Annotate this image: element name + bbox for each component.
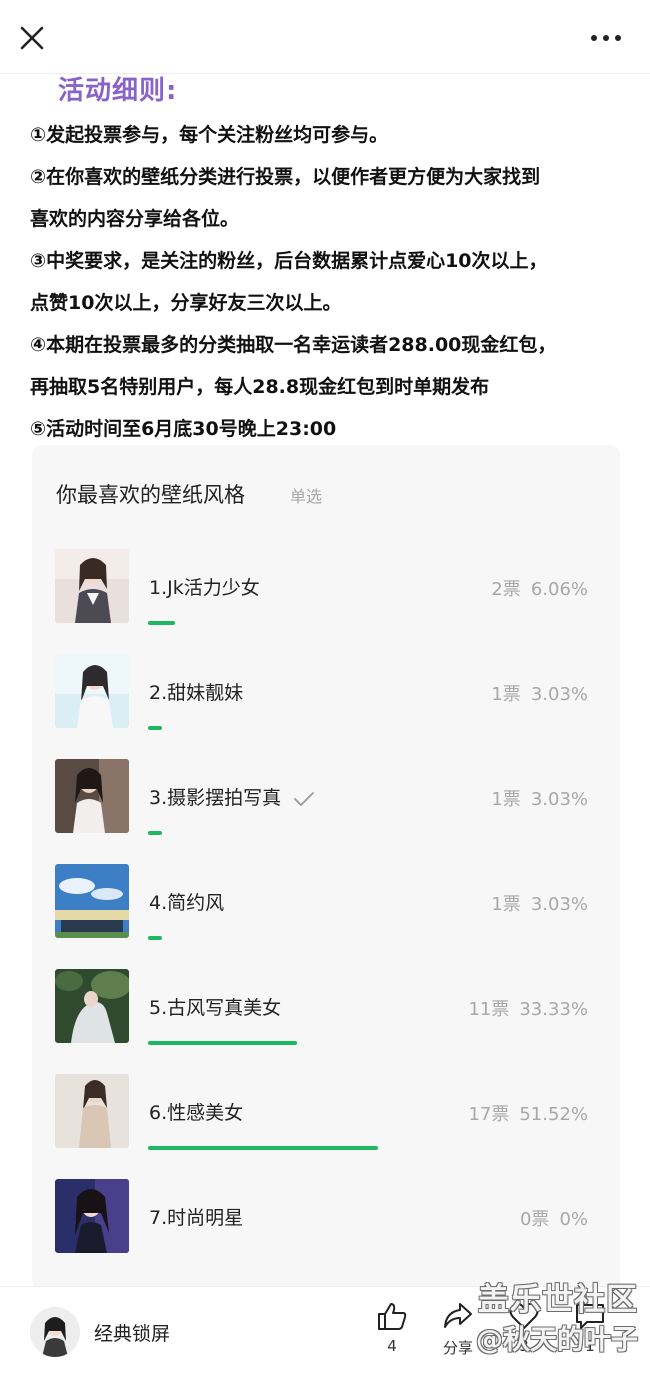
option-votes: 17票 bbox=[468, 1104, 510, 1125]
vote-option[interactable]: 3.摄影摆拍写真 1票 3.03% bbox=[32, 759, 620, 849]
option-label: 7.时尚明星 bbox=[149, 1207, 244, 1229]
rules-list: ①发起投票参与，每个关注粉丝均可参与。 ②在你喜欢的壁纸分类进行投票，以便作者更… bbox=[30, 114, 630, 450]
vote-option[interactable]: 1.Jk活力少女 2票 6.06% bbox=[32, 549, 620, 639]
option-thumbnail bbox=[55, 759, 129, 833]
option-stats: 0票 0% bbox=[520, 1205, 588, 1231]
share-icon bbox=[444, 1303, 472, 1328]
option-thumbnail bbox=[55, 654, 129, 728]
option-progress-bar bbox=[148, 726, 162, 730]
option-label-text: 3.摄影摆拍写真 bbox=[149, 787, 282, 809]
vote-option[interactable]: 7.时尚明星 0票 0% bbox=[32, 1179, 620, 1269]
close-icon bbox=[20, 26, 44, 50]
option-stats: 11票 33.33% bbox=[468, 995, 588, 1021]
check-icon bbox=[294, 791, 315, 806]
option-percent: 6.06% bbox=[530, 579, 588, 600]
vote-option[interactable]: 2.甜妹靓妹 1票 3.03% bbox=[32, 654, 620, 744]
option-percent: 51.52% bbox=[519, 1104, 588, 1125]
option-percent: 3.03% bbox=[530, 894, 588, 915]
like-button[interactable]: 4 bbox=[362, 1301, 422, 1367]
option-votes: 1票 bbox=[491, 789, 521, 810]
option-thumbnail bbox=[55, 549, 129, 623]
option-votes: 11票 bbox=[468, 999, 510, 1020]
option-thumbnail bbox=[55, 1074, 129, 1148]
option-label: 4.简约风 bbox=[149, 892, 225, 914]
option-thumbnail bbox=[55, 1179, 129, 1253]
option-percent: 0% bbox=[559, 1209, 588, 1230]
vote-title: 你最喜欢的壁纸风格 bbox=[56, 483, 245, 507]
option-percent: 3.03% bbox=[530, 684, 588, 705]
rule-line: ③中奖要求，是关注的粉丝，后台数据累计点爱心10次以上， bbox=[30, 250, 548, 272]
option-label: 1.Jk活力少女 bbox=[149, 577, 260, 599]
option-stats: 2票 6.06% bbox=[491, 575, 588, 601]
option-progress-bar bbox=[148, 1041, 297, 1045]
option-progress-bar bbox=[148, 1146, 378, 1150]
option-label: 6.性感美女 bbox=[149, 1102, 244, 1124]
rule-line: ①发起投票参与，每个关注粉丝均可参与。 bbox=[30, 124, 389, 146]
rule-line: ④本期在投票最多的分类抽取一名幸运读者288.00现金红包， bbox=[30, 334, 557, 356]
rule-line: 喜欢的内容分享给各位。 bbox=[30, 208, 240, 230]
option-votes: 1票 bbox=[491, 894, 521, 915]
option-percent: 33.33% bbox=[519, 999, 588, 1020]
avatar[interactable] bbox=[30, 1307, 80, 1357]
vote-type-label: 单选 bbox=[290, 487, 323, 506]
more-options-button[interactable] bbox=[586, 26, 626, 50]
vote-option[interactable]: 6.性感美女 17票 51.52% bbox=[32, 1074, 620, 1164]
option-thumbnail bbox=[55, 969, 129, 1043]
option-label: 2.甜妹靓妹 bbox=[149, 682, 244, 704]
option-label: 3.摄影摆拍写真 bbox=[149, 783, 315, 810]
option-stats: 1票 3.03% bbox=[491, 680, 588, 706]
watermark-author: @秋天的叶子 bbox=[476, 1325, 638, 1356]
option-progress-bar bbox=[148, 621, 175, 625]
option-label: 5.古风写真美女 bbox=[149, 997, 282, 1019]
vote-option[interactable]: 4.简约风 1票 3.03% bbox=[32, 864, 620, 954]
option-stats: 1票 3.03% bbox=[491, 890, 588, 916]
section-title: 活动细则: bbox=[58, 76, 178, 106]
like-count: 4 bbox=[387, 1337, 397, 1355]
account-name[interactable]: 经典锁屏 bbox=[94, 1319, 170, 1346]
rule-line: 再抽取5名特别用户，每人28.8现金红包到时单期发布 bbox=[30, 376, 490, 398]
option-votes: 1票 bbox=[491, 684, 521, 705]
option-progress-bar bbox=[148, 831, 162, 835]
top-bar bbox=[0, 0, 650, 74]
watermark-community: 盖乐世社区 bbox=[478, 1282, 638, 1318]
option-progress-bar bbox=[148, 936, 162, 940]
rule-line: ②在你喜欢的壁纸分类进行投票，以便作者更方便为大家找到 bbox=[30, 166, 541, 188]
option-stats: 17票 51.52% bbox=[468, 1100, 588, 1126]
more-dots-icon bbox=[591, 35, 621, 41]
thumbs-up-icon bbox=[378, 1303, 407, 1330]
option-votes: 2票 bbox=[491, 579, 521, 600]
option-votes: 0票 bbox=[519, 1209, 550, 1230]
vote-card: 你最喜欢的壁纸风格 单选 1.Jk活力少女 2票 6.06% 2.甜妹靓妹 1票… bbox=[32, 445, 620, 1290]
rule-line: ⑤活动时间至6月底30号晚上23:00 bbox=[30, 418, 337, 440]
vote-option[interactable]: 5.古风写真美女 11票 33.33% bbox=[32, 969, 620, 1059]
option-percent: 3.03% bbox=[530, 789, 588, 810]
option-stats: 1票 3.03% bbox=[491, 785, 588, 811]
close-button[interactable] bbox=[14, 20, 50, 56]
rule-line: 点赞10次以上，分享好友三次以上。 bbox=[30, 292, 342, 314]
option-thumbnail bbox=[55, 864, 129, 938]
